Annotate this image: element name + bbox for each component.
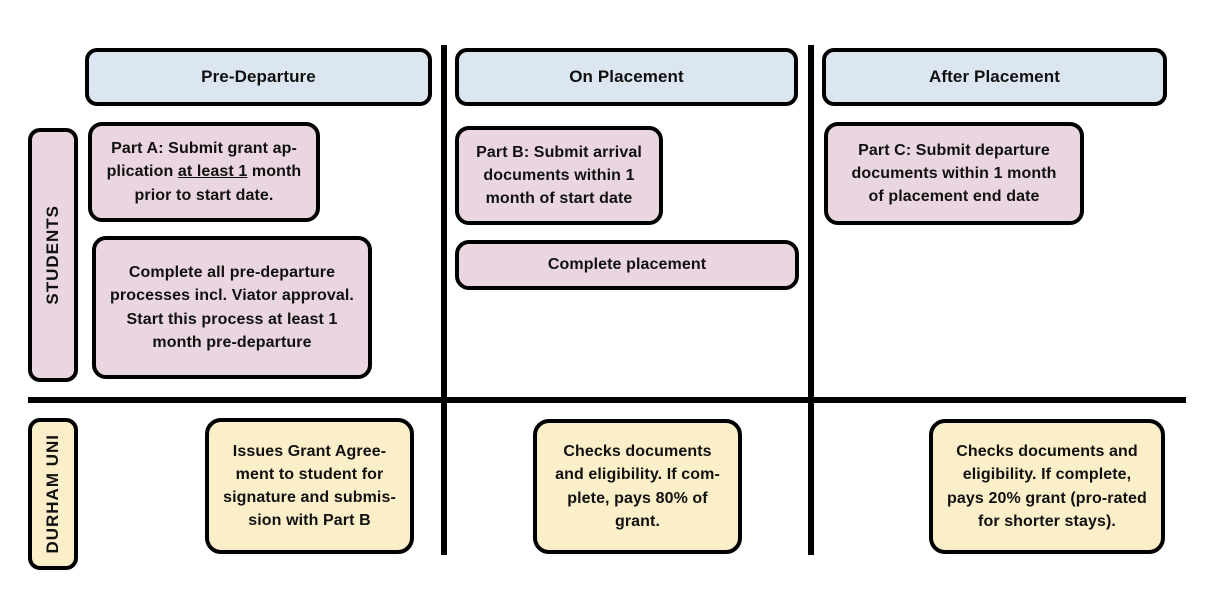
task-issue-grant-agreement-text: Issues Grant Agree- ment to student for … <box>223 442 396 530</box>
task-complete-placement: Complete placement <box>455 240 799 290</box>
task-part-b: Part B: Submit arrival documents within … <box>455 126 663 225</box>
swimlane-diagram: Pre-Departure On Placement After Placeme… <box>0 0 1211 600</box>
task-part-c-text: Part C: Submit departure documents withi… <box>851 141 1057 206</box>
task-part-a-text: Part A: Submit grant ap- plication at le… <box>107 137 302 207</box>
phase-header-after-placement: After Placement <box>822 48 1167 106</box>
lane-label-durham-uni: DURHAM UNI <box>28 418 78 570</box>
task-checks-pays-80: Checks documents and eligibility. If com… <box>533 419 742 554</box>
lane-divider <box>28 397 1186 403</box>
task-issue-grant-agreement: Issues Grant Agree- ment to student for … <box>205 418 414 554</box>
phase-header-label: On Placement <box>569 66 684 86</box>
task-part-a: Part A: Submit grant ap- plication at le… <box>88 122 320 222</box>
task-part-a-text-underline: at least 1 <box>177 163 248 181</box>
lane-label-durham-uni-text: DURHAM UNI <box>43 434 62 554</box>
task-part-c: Part C: Submit departure documents withi… <box>824 122 1084 225</box>
phase-header-on-placement: On Placement <box>455 48 798 106</box>
phase-divider-2 <box>808 45 814 555</box>
task-pre-departure-processes-text: Complete all pre-departure processes inc… <box>110 264 354 351</box>
task-checks-pays-80-text: Checks documents and eligibility. If com… <box>555 443 720 530</box>
task-part-b-text: Part B: Submit arrival documents within … <box>476 143 642 208</box>
phase-header-pre-departure: Pre-Departure <box>85 48 432 106</box>
task-complete-placement-text: Complete placement <box>547 256 707 274</box>
lane-label-students: STUDENTS <box>28 128 78 382</box>
phase-header-label: After Placement <box>929 66 1060 86</box>
task-checks-pays-20-text: Checks documents and eligibility. If com… <box>947 443 1147 530</box>
task-checks-pays-20: Checks documents and eligibility. If com… <box>929 419 1165 554</box>
phase-header-label: Pre-Departure <box>201 66 316 86</box>
phase-divider-1 <box>441 45 447 555</box>
lane-label-students-text: STUDENTS <box>43 205 62 305</box>
task-pre-departure-processes: Complete all pre-departure processes inc… <box>92 236 372 379</box>
